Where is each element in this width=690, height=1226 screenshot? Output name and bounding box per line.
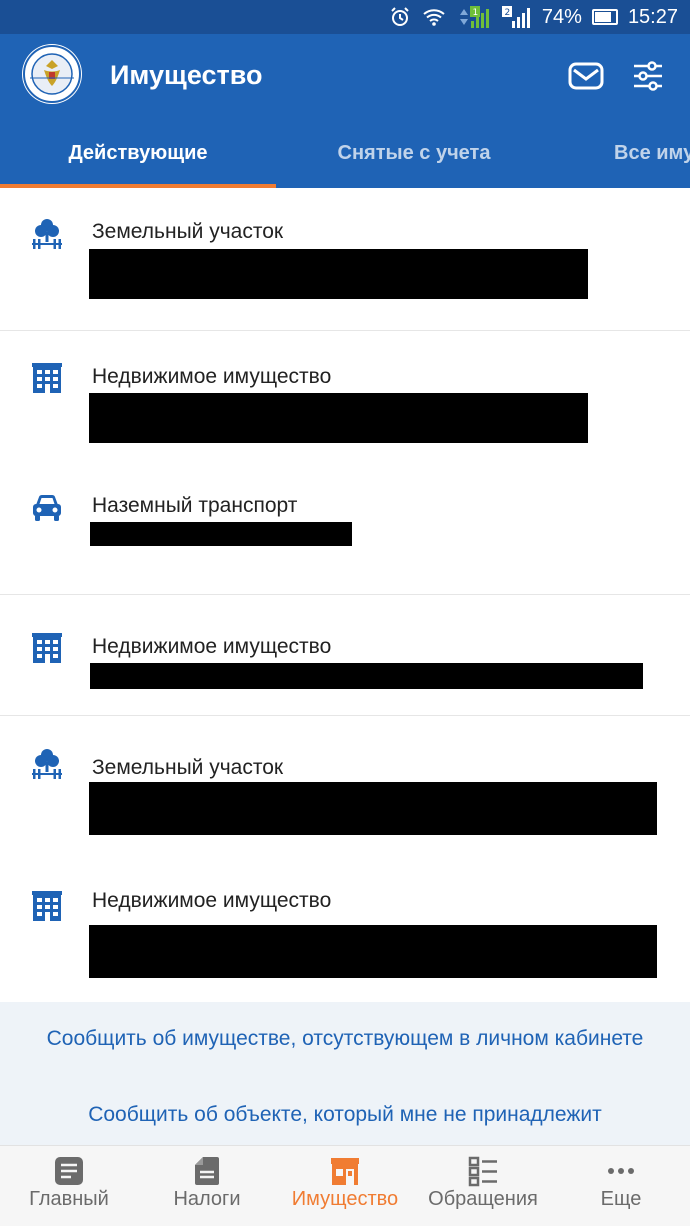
item-type-label: Земельный участок (92, 220, 284, 243)
item-type-label: Наземный транспорт (92, 494, 298, 517)
messages-button[interactable] (566, 56, 606, 96)
report-not-mine-link[interactable]: Сообщить об объекте, который мне не прин… (40, 1102, 650, 1127)
report-links-panel: Сообщить об имуществе, отсутствующем в л… (0, 1002, 690, 1145)
house-icon (331, 1158, 359, 1185)
redacted-details (89, 782, 657, 835)
nav-label: Главный (29, 1188, 109, 1210)
nav-home[interactable]: Главный (0, 1146, 138, 1226)
filter-button[interactable] (628, 56, 668, 96)
wifi-icon (423, 9, 445, 26)
tab-all[interactable]: Все иму (552, 118, 690, 188)
status-bar: 1 2 74% 15:27 (0, 0, 690, 34)
battery-icon (591, 9, 618, 25)
nav-label: Еще (600, 1188, 642, 1210)
redacted-details (90, 663, 643, 689)
item-type-label: Недвижимое имущество (92, 889, 332, 912)
building-icon (32, 891, 62, 921)
tree-fence-icon (32, 219, 62, 249)
nav-property[interactable]: Имущество (276, 1146, 414, 1226)
nav-label: Налоги (173, 1188, 241, 1210)
redacted-details (89, 925, 657, 978)
fns-logo (22, 44, 82, 104)
tab-active[interactable]: Действующие (0, 118, 276, 188)
mail-icon (568, 62, 604, 90)
tab-deregistered[interactable]: Снятые с учета (276, 118, 552, 188)
list-item[interactable]: Земельный участок (0, 716, 690, 859)
property-list: Земельный участок Недвижимое имущество Н… (0, 188, 690, 1002)
item-type-label: Недвижимое имущество (92, 635, 332, 658)
svg-text:2: 2 (504, 8, 510, 18)
building-icon (32, 363, 62, 393)
list-item[interactable]: Наземный транспорт (0, 474, 690, 595)
svg-text:1: 1 (472, 8, 478, 18)
signal-sim2-icon: 2 (501, 6, 530, 28)
item-type-label: Недвижимое имущество (92, 365, 332, 388)
more-icon (608, 1168, 634, 1174)
item-type-label: Земельный участок (92, 756, 284, 779)
battery-percent: 74% (541, 5, 582, 28)
tab-bar: Действующие Снятые с учета Все иму (0, 118, 690, 188)
redacted-details (89, 393, 588, 443)
list-icon (468, 1156, 497, 1187)
building-icon (32, 633, 62, 663)
nav-requests[interactable]: Обращения (414, 1146, 552, 1226)
nav-taxes[interactable]: Налоги (138, 1146, 276, 1226)
report-missing-property-link[interactable]: Сообщить об имуществе, отсутствующем в л… (40, 1026, 650, 1051)
app-bar: Имущество (0, 34, 690, 118)
nav-label: Обращения (428, 1188, 538, 1210)
signal-sim1-icon: 1 (459, 6, 489, 28)
nav-label: Имущество (291, 1188, 399, 1210)
tree-fence-icon (32, 749, 62, 779)
list-item[interactable]: Недвижимое имущество (0, 331, 690, 474)
redacted-details (90, 522, 352, 546)
home-doc-icon (55, 1157, 83, 1185)
list-item[interactable]: Земельный участок (0, 188, 690, 331)
list-item[interactable]: Недвижимое имущество (0, 595, 690, 716)
redacted-details (89, 249, 588, 299)
alarm-icon (391, 7, 409, 26)
list-item[interactable]: Недвижимое имущество (0, 859, 690, 1002)
car-icon (33, 495, 61, 521)
clock: 15:27 (627, 5, 678, 28)
nav-more[interactable]: Еще (552, 1146, 690, 1226)
filter-sliders-icon (634, 61, 662, 91)
bottom-navigation: Главный Налоги Имущество Обращения Еще (0, 1145, 690, 1226)
document-icon (195, 1157, 219, 1185)
page-title: Имущество (110, 60, 263, 90)
